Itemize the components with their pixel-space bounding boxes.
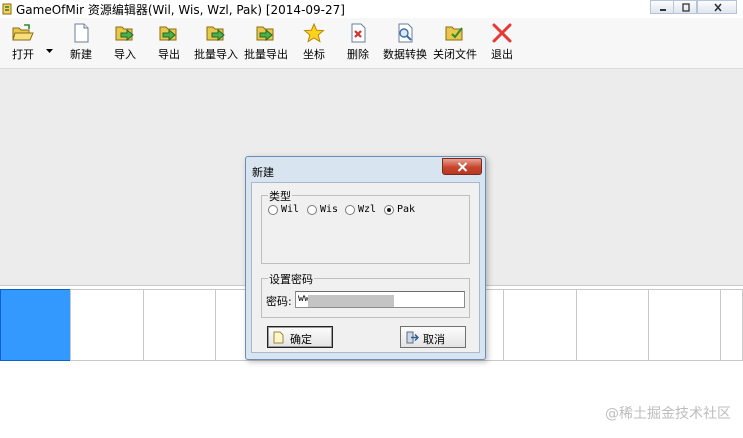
toolbar-item-import-label: 导入 bbox=[114, 48, 136, 61]
coordinate-button[interactable]: 坐标 bbox=[298, 20, 330, 66]
radio-wil-label: Wil bbox=[281, 204, 300, 215]
delete-icon bbox=[351, 23, 366, 43]
window-title: GameOfMir 资源编辑器(Wil, Wis, Wzl, Pak) [201… bbox=[16, 3, 345, 17]
toolbar-item-open-label: 打开 bbox=[12, 48, 34, 61]
cancel-button-label: 取消 bbox=[423, 333, 445, 346]
toolbar-item-new-label: 新建 bbox=[70, 48, 92, 61]
data-convert-button[interactable]: 数据转换 bbox=[382, 20, 428, 66]
toolbar: 打开 新建 导入 导出 批量导入 批量导出 坐标 删除 数据转换 关闭文件 退出 bbox=[0, 18, 743, 69]
close-window-button[interactable] bbox=[697, 0, 737, 14]
convert-icon bbox=[398, 23, 413, 43]
new-file-dialog: 新建 类型 Wil Wis Wzl Pak 设置密码 密码: ww 确定 取消 bbox=[245, 156, 486, 360]
batch-import-button[interactable]: 批量导入 bbox=[193, 20, 239, 66]
radio-pak-label: Pak bbox=[397, 204, 416, 215]
toolbar-item-batch-export-label: 批量导出 bbox=[244, 48, 288, 61]
export-button[interactable]: 导出 bbox=[152, 20, 186, 66]
delete-button[interactable]: 删除 bbox=[342, 20, 374, 66]
type-group-label: 类型 bbox=[268, 188, 292, 204]
dialog-title: 新建 bbox=[252, 166, 274, 179]
radio-wis[interactable]: Wis bbox=[307, 204, 338, 218]
export-icon bbox=[159, 26, 177, 42]
thumbnail-cell[interactable] bbox=[70, 289, 144, 361]
thumbnail-cell[interactable] bbox=[503, 289, 577, 361]
open-dropdown-arrow[interactable] bbox=[46, 42, 53, 56]
new-button[interactable]: 新建 bbox=[64, 20, 98, 66]
status-area bbox=[0, 363, 743, 438]
password-group-label: 设置密码 bbox=[268, 271, 314, 287]
radio-wis-indicator bbox=[307, 204, 317, 215]
app-icon bbox=[2, 3, 12, 15]
toolbar-item-exit-label: 退出 bbox=[491, 48, 513, 61]
watermark-text: @稀土掘金技术社区 bbox=[605, 406, 731, 422]
toolbar-item-batch-import-label: 批量导入 bbox=[194, 48, 238, 61]
toolbar-item-coordinate-label: 坐标 bbox=[303, 48, 325, 61]
thumbnail-cell[interactable] bbox=[576, 289, 649, 361]
password-group: 设置密码 密码: ww bbox=[261, 271, 470, 318]
close-icon bbox=[714, 3, 722, 12]
import-button[interactable]: 导入 bbox=[108, 20, 142, 66]
minimize-button[interactable] bbox=[650, 0, 674, 14]
radio-wis-label: Wis bbox=[320, 204, 339, 215]
batch-export-button[interactable]: 批量导出 bbox=[243, 20, 289, 66]
ok-button[interactable]: 确定 bbox=[267, 326, 333, 348]
toolbar-item-export-label: 导出 bbox=[158, 48, 180, 61]
ok-button-label: 确定 bbox=[290, 333, 312, 346]
radio-wzl[interactable]: Wzl bbox=[345, 204, 376, 218]
dialog-body: 类型 Wil Wis Wzl Pak 设置密码 密码: ww 确定 取消 bbox=[251, 182, 480, 353]
import-icon bbox=[115, 26, 134, 42]
type-group: 类型 Wil Wis Wzl Pak bbox=[261, 188, 470, 264]
close-icon bbox=[457, 162, 468, 172]
maximize-icon bbox=[682, 3, 690, 12]
radio-wil-indicator bbox=[268, 204, 278, 215]
toolbar-item-close-file-label: 关闭文件 bbox=[433, 48, 477, 61]
folder-open-icon bbox=[12, 24, 34, 41]
thumbnail-cell[interactable] bbox=[648, 289, 721, 361]
thumbnail-cell-selected[interactable] bbox=[0, 289, 71, 361]
radio-wzl-label: Wzl bbox=[358, 204, 377, 215]
close-file-icon bbox=[445, 26, 463, 41]
radio-wil[interactable]: Wil bbox=[268, 204, 299, 218]
batch-import-icon bbox=[206, 26, 225, 42]
new-file-icon bbox=[74, 23, 89, 43]
toolbar-item-convert-label: 数据转换 bbox=[383, 48, 427, 61]
cancel-button[interactable]: 取消 bbox=[400, 326, 466, 348]
thumbnail-cell[interactable] bbox=[143, 289, 216, 361]
minimize-icon bbox=[660, 9, 666, 11]
exit-door-icon bbox=[406, 331, 419, 344]
exit-icon bbox=[492, 23, 512, 43]
thumbnail-cell[interactable] bbox=[720, 289, 743, 361]
exit-button[interactable]: 退出 bbox=[486, 20, 518, 66]
password-input[interactable]: ww bbox=[295, 291, 465, 308]
maximize-button[interactable] bbox=[673, 0, 697, 14]
password-field-label: 密码: bbox=[266, 295, 292, 308]
document-icon bbox=[273, 331, 284, 344]
radio-wzl-indicator bbox=[345, 204, 355, 215]
dialog-close-button[interactable] bbox=[442, 158, 482, 175]
star-icon bbox=[303, 23, 325, 43]
radio-pak-indicator bbox=[384, 204, 394, 215]
close-file-button[interactable]: 关闭文件 bbox=[432, 20, 478, 66]
chevron-down-icon bbox=[46, 49, 53, 53]
open-button[interactable]: 打开 bbox=[6, 20, 40, 66]
redaction-mask bbox=[308, 295, 394, 307]
title-bar: GameOfMir 资源编辑器(Wil, Wis, Wzl, Pak) [201… bbox=[0, 0, 743, 18]
radio-pak[interactable]: Pak bbox=[384, 204, 415, 218]
toolbar-item-delete-label: 删除 bbox=[347, 48, 369, 61]
batch-export-icon bbox=[256, 26, 274, 42]
